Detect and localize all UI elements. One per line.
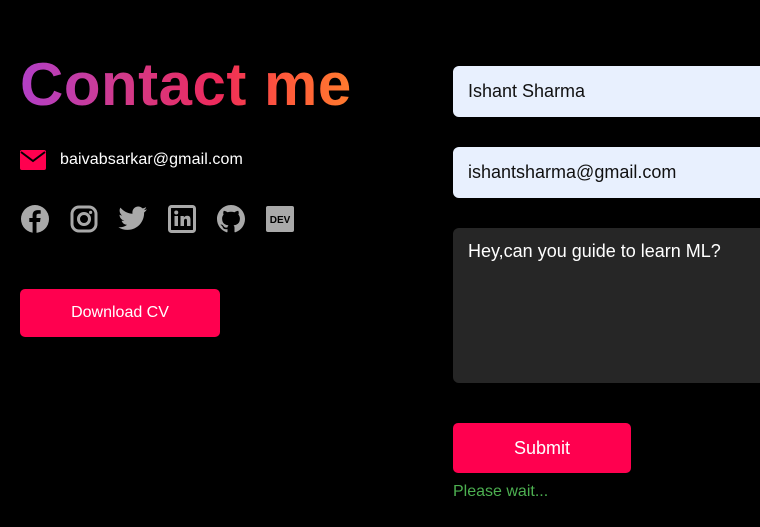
page-title: Contact me	[20, 40, 352, 130]
instagram-icon[interactable]	[69, 204, 99, 234]
contact-info-column: Contact me baivabsarkar@gmail.com DEV Do…	[20, 40, 420, 337]
contact-page: Contact me baivabsarkar@gmail.com DEV Do…	[0, 0, 760, 527]
submit-button[interactable]: Submit	[453, 423, 631, 473]
email-address: baivabsarkar@gmail.com	[60, 151, 243, 168]
form-status-message: Please wait...	[453, 483, 549, 500]
email-field[interactable]: ishantsharma@gmail.com	[453, 147, 760, 198]
name-field[interactable]: Ishant Sharma	[453, 66, 760, 117]
dev-icon[interactable]: DEV	[265, 204, 295, 234]
download-cv-button[interactable]: Download CV	[20, 289, 220, 337]
contact-form: Ishant Sharma ishantsharma@gmail.com Hey…	[453, 0, 760, 527]
envelope-icon	[20, 150, 46, 170]
facebook-icon[interactable]	[20, 204, 50, 234]
social-links: DEV	[20, 204, 295, 234]
github-icon[interactable]	[216, 204, 246, 234]
twitter-icon[interactable]	[118, 204, 148, 234]
email-row: baivabsarkar@gmail.com	[20, 150, 243, 170]
linkedin-icon[interactable]	[167, 204, 197, 234]
message-textarea[interactable]: Hey,can you guide to learn ML?	[453, 228, 760, 383]
dev-icon-label: DEV	[270, 215, 291, 226]
